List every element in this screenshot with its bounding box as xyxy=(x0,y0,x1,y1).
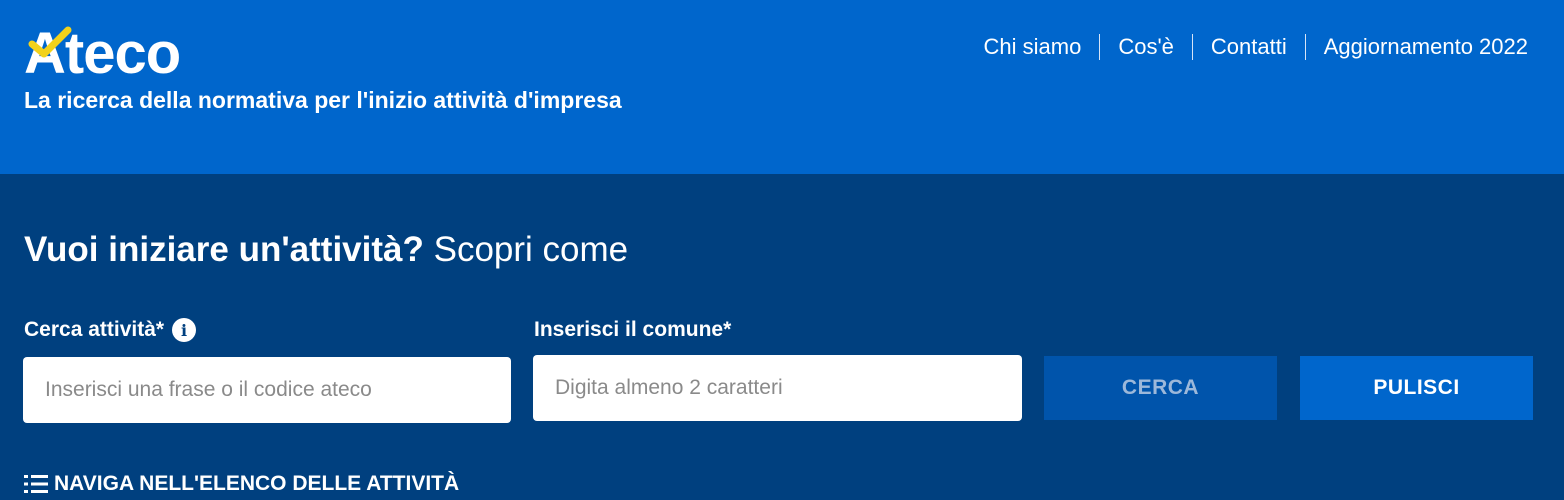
site-header: Ateco La ricerca della normativa per l'i… xyxy=(0,0,1564,174)
headline-strong: Vuoi iniziare un'attività? xyxy=(24,230,424,269)
activity-label: Cerca attività* i xyxy=(24,318,197,342)
nav-contatti[interactable]: Contatti xyxy=(1191,34,1305,60)
nav-aggiornamento-2022[interactable]: Aggiornamento 2022 xyxy=(1304,34,1528,60)
activity-label-text: Cerca attività* xyxy=(24,318,165,341)
comune-input[interactable] xyxy=(533,355,1022,421)
top-navigation: Chi siamo Cos'è Contatti Aggiornamento 2… xyxy=(966,34,1528,60)
browse-activities-link[interactable]: NAVIGA NELL'ELENCO DELLE ATTIVITÀ xyxy=(24,472,459,496)
nav-cos-e[interactable]: Cos'è xyxy=(1099,34,1192,60)
check-icon xyxy=(28,26,72,58)
headline-light: Scopri come xyxy=(433,230,629,269)
info-icon[interactable]: i xyxy=(172,318,197,342)
search-section: Vuoi iniziare un'attività? Scopri come C… xyxy=(0,174,1564,500)
numbered-list-icon xyxy=(24,475,48,493)
browse-link-text: NAVIGA NELL'ELENCO DELLE ATTIVITÀ xyxy=(54,472,460,495)
site-tagline: La ricerca della normativa per l'inizio … xyxy=(24,87,622,113)
comune-label: Inserisci il comune* xyxy=(534,318,732,341)
pulisci-button[interactable]: PULISCI xyxy=(1300,356,1533,420)
activity-search-input[interactable] xyxy=(23,357,511,423)
page-headline: Vuoi iniziare un'attività? Scopri come xyxy=(24,230,628,270)
nav-chi-siamo[interactable]: Chi siamo xyxy=(966,34,1100,60)
cerca-button[interactable]: CERCA xyxy=(1044,356,1277,420)
